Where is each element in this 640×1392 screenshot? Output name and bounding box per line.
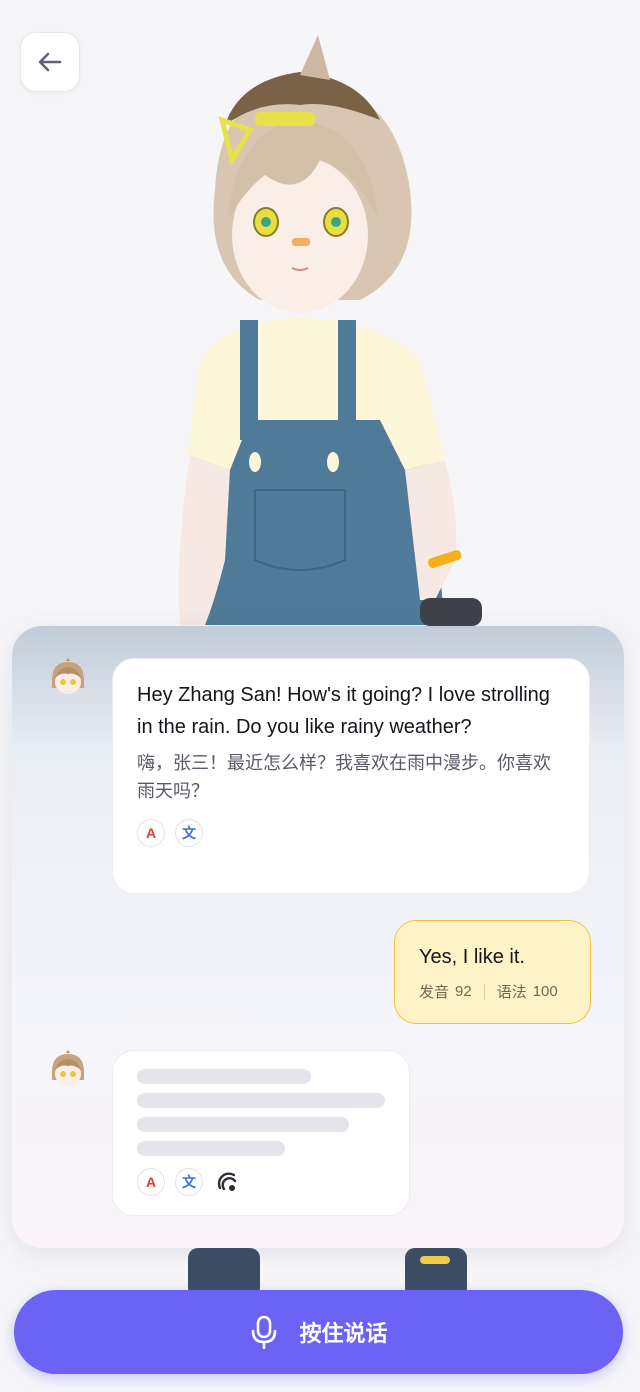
message-tools: A 文 <box>137 1168 385 1196</box>
user-message: Yes, I like it. 发音 92 语法 100 <box>394 920 591 1024</box>
pronunciation-score: 92 <box>455 983 472 1000</box>
translate-button[interactable]: 文 <box>175 1168 203 1196</box>
microphone-icon <box>252 1315 277 1349</box>
assistant-message: Hey Zhang San! How's it going? I love st… <box>112 658 590 894</box>
audio-playing-icon <box>217 1172 237 1191</box>
chat-screen: Hey Zhang San! How's it going? I love st… <box>0 0 640 1392</box>
grammar-label: 语法 <box>496 984 527 1001</box>
audio-play-button[interactable] <box>213 1168 241 1196</box>
loading-skeleton-line <box>137 1117 349 1132</box>
hold-to-talk-button[interactable]: 按住说话 <box>14 1290 623 1374</box>
assistant-message-loading: A 文 <box>112 1050 410 1216</box>
assistant-avatar <box>52 1050 84 1086</box>
assistant-avatar <box>52 658 84 694</box>
score-divider <box>483 983 485 1000</box>
message-tools: A 文 <box>137 819 565 847</box>
score-row: 发音 92 语法 100 <box>419 981 590 1002</box>
arrow-left-icon <box>38 52 62 72</box>
hold-to-talk-label: 按住说话 <box>299 1321 388 1346</box>
message-english-text: Hey Zhang San! How's it going? I love st… <box>137 684 550 738</box>
message-chinese-translation: 嗨，张三！最近怎么样？我喜欢在雨中漫步。你喜欢雨天吗？ <box>137 753 551 801</box>
grammar-check-button[interactable]: A <box>137 819 165 847</box>
translate-button[interactable]: 文 <box>175 819 203 847</box>
user-message-text: Yes, I like it. <box>419 946 525 968</box>
loading-skeleton-line <box>137 1141 285 1156</box>
loading-skeleton-line <box>137 1093 385 1108</box>
loading-skeleton-line <box>137 1069 311 1084</box>
grammar-check-button[interactable]: A <box>137 1168 165 1196</box>
grammar-score: 100 <box>532 983 558 1000</box>
back-button[interactable] <box>20 32 80 92</box>
pronunciation-label: 发音 <box>419 984 450 1001</box>
